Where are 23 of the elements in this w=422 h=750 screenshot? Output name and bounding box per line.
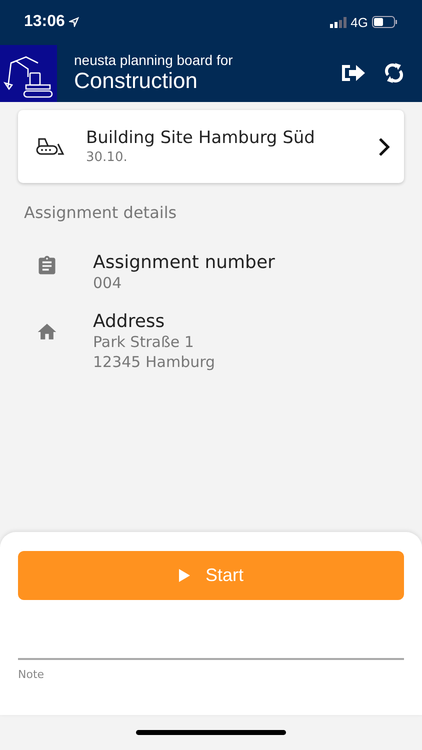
section-title: Assignment details	[24, 203, 178, 222]
app-title: Construction	[74, 68, 199, 94]
play-icon	[178, 568, 192, 583]
detail-value: 12345 Hamburg	[93, 352, 216, 372]
signal-icon	[330, 16, 347, 28]
sync-icon[interactable]	[384, 62, 404, 84]
detail-value: 004	[93, 273, 123, 293]
site-date: 30.10.	[86, 150, 128, 165]
bulldozer-icon	[36, 136, 66, 158]
detail-value: Park Straße 1	[93, 332, 195, 352]
chevron-right-icon	[378, 136, 390, 156]
battery-icon	[372, 16, 398, 28]
detail-label: Assignment number	[93, 252, 275, 273]
site-name: Building Site Hamburg Süd	[86, 128, 316, 148]
note-label: Note	[18, 668, 46, 681]
site-card[interactable]: Building Site Hamburg Süd 30.10.	[18, 110, 404, 183]
status-time: 13:06	[24, 13, 65, 31]
header-subtitle: neusta planning board for	[74, 52, 234, 68]
logout-icon[interactable]	[340, 62, 366, 84]
network-type: 4G	[350, 14, 368, 30]
detail-label: Address	[93, 311, 166, 332]
location-arrow-icon	[68, 17, 79, 27]
clipboard-icon	[36, 255, 58, 277]
